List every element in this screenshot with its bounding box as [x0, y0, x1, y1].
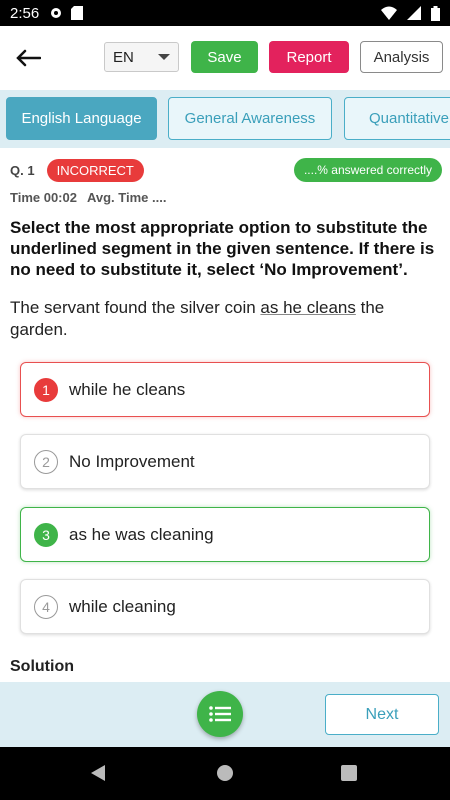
report-button[interactable]: Report [269, 41, 349, 73]
arrow-left-icon [16, 49, 41, 67]
option-1[interactable]: 1 while he cleans [20, 362, 430, 417]
bottom-bar: Next [0, 682, 450, 747]
question-meta: Q. 1 INCORRECT ....% answered correctly [10, 158, 442, 182]
back-button[interactable] [12, 42, 44, 74]
option-3[interactable]: 3 as he was cleaning [20, 507, 430, 562]
option-4[interactable]: 4 while cleaning [20, 579, 430, 634]
tab-english-language[interactable]: English Language [6, 97, 157, 140]
option-number: 1 [34, 377, 58, 402]
wifi-icon [381, 6, 397, 20]
status-time: 2:56 [10, 4, 40, 22]
question-list-button[interactable] [197, 691, 243, 737]
avg-time: Avg. Time .... [86, 190, 167, 205]
option-text: as he was cleaning [69, 524, 214, 544]
answered-correctly-badge: ....% answered correctly [293, 158, 442, 182]
sentence-underlined: as he cleans [260, 298, 356, 317]
tab-general-awareness[interactable]: General Awareness [168, 97, 332, 140]
option-text: while he cleans [69, 379, 186, 399]
battery-icon [431, 5, 440, 21]
solution-heading: Solution [10, 658, 74, 675]
gear-icon [51, 8, 62, 18]
option-number: 2 [34, 449, 58, 474]
section-tabs: English Language General Awareness Quant… [0, 90, 450, 148]
save-button[interactable]: Save [191, 41, 258, 73]
chevron-down-icon [158, 54, 170, 60]
time-taken: Time 00:02 [10, 190, 77, 205]
nav-home-icon[interactable] [217, 765, 233, 781]
option-number: 3 [34, 522, 58, 547]
sd-card-icon [71, 6, 84, 20]
status-badge: INCORRECT [46, 158, 144, 182]
app-header: EN Save Report Analysis [0, 26, 450, 90]
option-text: while cleaning [69, 596, 176, 616]
nav-recents-icon[interactable] [341, 765, 357, 781]
tab-quantitative[interactable]: Quantitative [344, 97, 450, 140]
question-text: Select the most appropriate option to su… [10, 218, 435, 279]
sentence-before: The servant found the silver coin [10, 298, 261, 317]
option-2[interactable]: 2 No Improvement [20, 434, 430, 489]
status-bar: 2:56 [0, 0, 450, 26]
time-row: Time 00:02 Avg. Time .... [10, 190, 176, 205]
analysis-button[interactable]: Analysis [360, 41, 443, 73]
nav-back-icon[interactable] [91, 765, 105, 781]
option-number: 4 [34, 594, 58, 619]
option-text: No Improvement [69, 451, 195, 471]
question-sentence: The servant found the silver coin as he … [10, 297, 440, 341]
language-select[interactable]: EN [104, 42, 179, 72]
language-value: EN [113, 48, 134, 66]
signal-icon [407, 6, 421, 20]
next-button[interactable]: Next [325, 694, 439, 735]
system-nav-bar [0, 747, 450, 800]
list-icon [209, 706, 231, 722]
question-number: Q. 1 [10, 162, 35, 178]
